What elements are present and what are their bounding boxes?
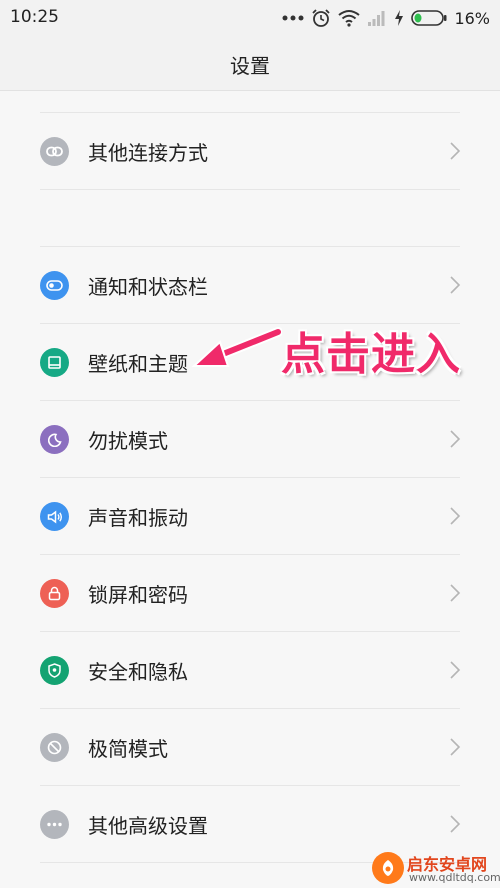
- page-title: 设置: [230, 54, 270, 78]
- more-dots-icon: [282, 15, 304, 21]
- status-icons: 16%: [282, 6, 490, 30]
- battery-icon: [411, 9, 447, 27]
- settings-item-label: 壁纸和主题: [88, 352, 188, 376]
- wifi-icon: [338, 9, 361, 27]
- watermark-logo-icon: [372, 852, 404, 884]
- settings-item-security-privacy[interactable]: 安全和隐私: [0, 632, 500, 708]
- settings-item-label: 通知和状态栏: [88, 275, 208, 299]
- status-bar: 10:25 16%: [0, 0, 500, 36]
- settings-item-minimal-mode[interactable]: 极简模式: [0, 709, 500, 785]
- chevron-right-icon: [449, 814, 461, 838]
- minimal-mode-icon: [40, 733, 69, 762]
- lock-icon: [40, 579, 69, 608]
- more-icon: [40, 810, 69, 839]
- chevron-right-icon: [449, 275, 461, 299]
- settings-item-label: 勿扰模式: [88, 429, 168, 453]
- charging-icon: [394, 10, 404, 26]
- settings-item-label: 安全和隐私: [88, 660, 188, 684]
- signal-icon: [367, 9, 387, 27]
- settings-item-do-not-disturb[interactable]: 勿扰模式: [0, 401, 500, 477]
- shield-icon: [40, 656, 69, 685]
- moon-icon: [40, 425, 69, 454]
- annotation-text: 点击进入: [281, 329, 461, 380]
- annotation-arrow-icon: [190, 322, 283, 378]
- link-icon: [40, 137, 69, 166]
- toggle-icon: [40, 271, 69, 300]
- chevron-right-icon: [449, 583, 461, 607]
- settings-item-lockscreen-password[interactable]: 锁屏和密码: [0, 555, 500, 631]
- settings-item-label: 锁屏和密码: [88, 583, 188, 607]
- chevron-right-icon: [449, 737, 461, 761]
- settings-item-label: 其他高级设置: [88, 814, 208, 838]
- alarm-icon: [311, 8, 331, 28]
- chevron-right-icon: [449, 660, 461, 684]
- watermark-url: www.qdltdq.com: [409, 871, 500, 884]
- chevron-right-icon: [449, 429, 461, 453]
- divider: [40, 189, 460, 190]
- chevron-right-icon: [449, 506, 461, 530]
- settings-item-label: 其他连接方式: [88, 141, 208, 165]
- wallpaper-icon: [40, 348, 69, 377]
- chevron-right-icon: [449, 141, 461, 165]
- status-time: 10:25: [10, 7, 59, 27]
- watermark: 启东安卓网 www.qdltdq.com: [372, 852, 500, 888]
- settings-item-label: 极简模式: [88, 737, 168, 761]
- settings-list: 其他连接方式 通知和状态栏 壁纸和主题 勿扰模式 声音和振动 锁屏和密码 安全和…: [0, 91, 500, 888]
- speaker-icon: [40, 502, 69, 531]
- battery-percent: 16%: [454, 8, 490, 28]
- settings-item-sound-vibration[interactable]: 声音和振动: [0, 478, 500, 554]
- settings-item-other-connections[interactable]: 其他连接方式: [0, 113, 500, 189]
- settings-item-label: 声音和振动: [88, 506, 188, 530]
- settings-item-notifications[interactable]: 通知和状态栏: [0, 247, 500, 323]
- title-bar: 设置: [0, 36, 500, 91]
